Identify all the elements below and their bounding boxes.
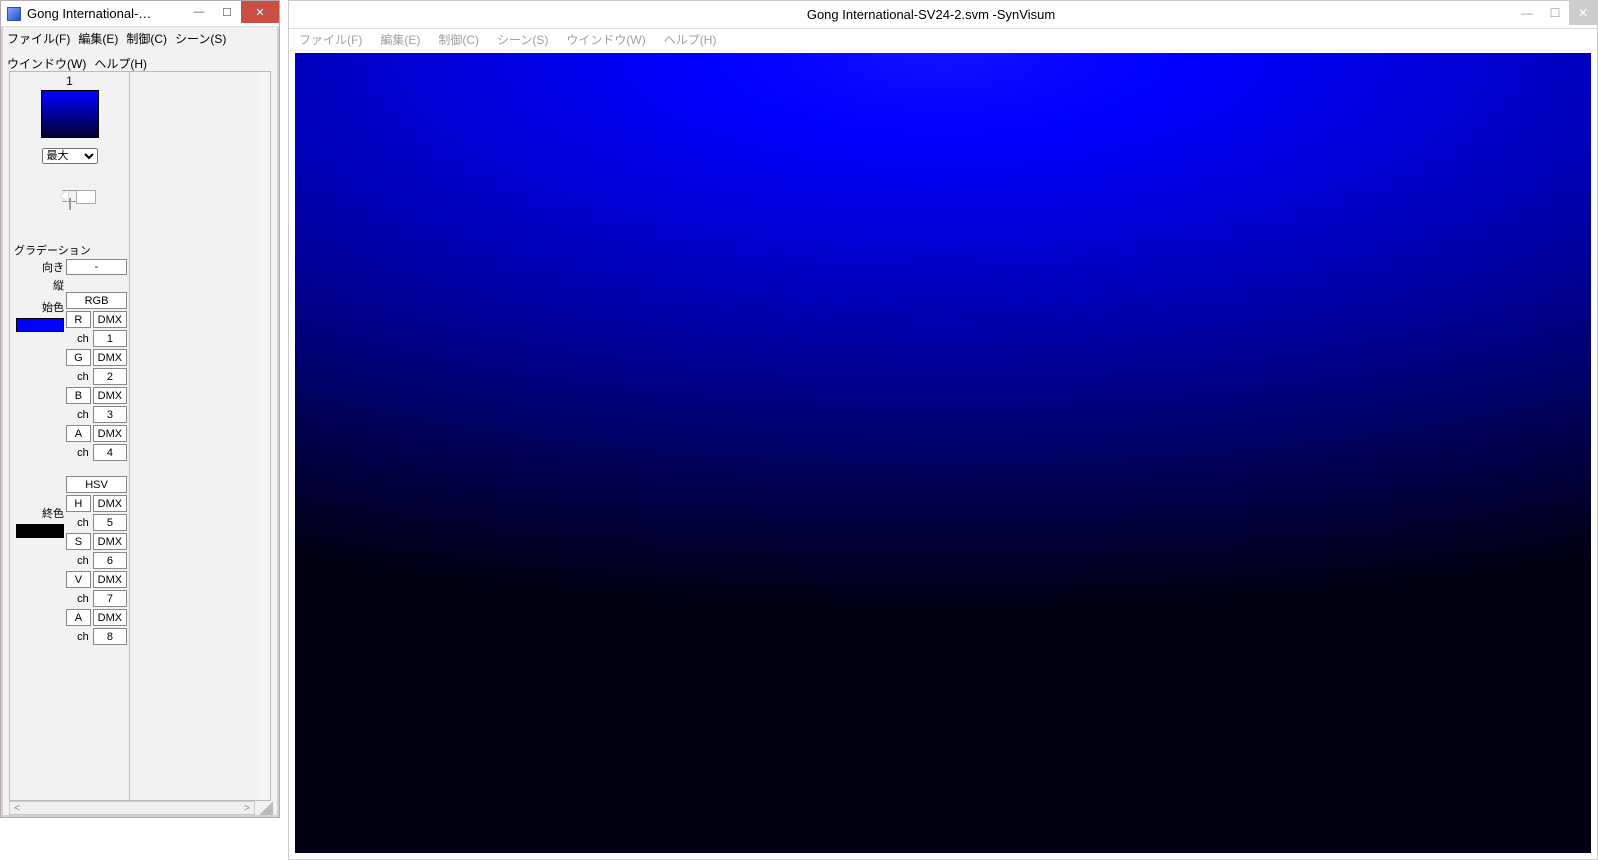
direction-label: 向き: [12, 259, 66, 275]
end-ch-label: ch: [66, 628, 91, 645]
start-ch-label: ch: [66, 368, 91, 385]
tool-menu-edit[interactable]: 編集(E): [78, 30, 118, 47]
end-ch-dmx[interactable]: DMX: [93, 533, 127, 550]
start-color-swatch[interactable]: [16, 318, 64, 332]
scroll-right-arrow-icon[interactable]: >: [240, 803, 254, 814]
start-ch-label: ch: [66, 444, 91, 461]
tool-maximize-button[interactable]: ☐: [213, 1, 241, 23]
main-maximize-button[interactable]: ☐: [1541, 1, 1569, 25]
start-ch-letter: B: [66, 387, 91, 404]
opacity-slider[interactable]: [55, 180, 85, 216]
start-ch-value[interactable]: 2: [93, 368, 127, 385]
start-ch-value[interactable]: 3: [93, 406, 127, 423]
main-menu-scene[interactable]: シーン(S): [493, 31, 552, 48]
tool-body: 1 最大 グラデーション 向き -: [9, 71, 271, 801]
end-ch-label: ch: [66, 514, 91, 531]
end-ch-dmx[interactable]: DMX: [93, 609, 127, 626]
tool-menu-control[interactable]: 制御(C): [126, 30, 167, 47]
vertical-scrollbar-thumb[interactable]: [261, 73, 269, 233]
end-ch-letter: H: [66, 495, 91, 512]
main-window: Gong International-SV24-2.svm -SynVisum …: [288, 0, 1598, 860]
end-ch-dmx[interactable]: DMX: [93, 495, 127, 512]
tool-menu-window[interactable]: ウインドウ(W): [7, 55, 86, 72]
start-ch-letter: R: [66, 311, 91, 328]
tool-close-button[interactable]: ✕: [241, 1, 279, 23]
direction-field[interactable]: -: [66, 259, 127, 275]
tool-minimize-button[interactable]: —: [185, 1, 213, 23]
start-ch-letter: G: [66, 349, 91, 366]
end-ch-label: ch: [66, 552, 91, 569]
main-window-title: Gong International-SV24-2.svm -SynVisum: [349, 7, 1513, 22]
start-color-mode[interactable]: RGB: [66, 292, 127, 309]
main-titlebar[interactable]: Gong International-SV24-2.svm -SynVisum …: [289, 1, 1597, 29]
resize-grip-icon[interactable]: [259, 801, 273, 815]
end-ch-letter: V: [66, 571, 91, 588]
end-color-table: HSV H DMX ch 5: [64, 474, 129, 647]
frame-index-label: 1: [10, 72, 129, 90]
tool-menu-file[interactable]: ファイル(F): [7, 30, 70, 47]
end-color-swatch[interactable]: [16, 524, 64, 538]
slider-knob-icon[interactable]: [62, 190, 78, 202]
app-icon: [7, 7, 21, 21]
end-ch-value[interactable]: 6: [93, 552, 127, 569]
end-ch-dmx[interactable]: DMX: [93, 571, 127, 588]
main-minimize-button[interactable]: —: [1513, 1, 1541, 25]
start-ch-dmx[interactable]: DMX: [93, 349, 127, 366]
tool-menubar: ファイル(F) 編集(E) 制御(C) シーン(S) ウインドウ(W) ヘルプ(…: [1, 27, 279, 75]
tool-titlebar[interactable]: Gong International-… — ☐ ✕: [1, 1, 279, 27]
horizontal-scrollbar[interactable]: < >: [9, 801, 255, 815]
main-close-button[interactable]: ✕: [1569, 1, 1597, 25]
tool-menu-help[interactable]: ヘルプ(H): [94, 55, 147, 72]
start-ch-label: ch: [66, 330, 91, 347]
frame-thumbnail[interactable]: [41, 90, 99, 138]
end-ch-value[interactable]: 8: [93, 628, 127, 645]
frame-column: 1 最大 グラデーション 向き -: [10, 72, 130, 800]
start-ch-dmx[interactable]: DMX: [93, 387, 127, 404]
main-menu-help[interactable]: ヘルプ(H): [660, 31, 721, 48]
start-ch-label: ch: [66, 406, 91, 423]
tool-menu-scene[interactable]: シーン(S): [175, 30, 226, 47]
gradation-section-label: グラデーション: [12, 238, 127, 258]
end-ch-value[interactable]: 7: [93, 590, 127, 607]
start-ch-dmx[interactable]: DMX: [93, 425, 127, 442]
main-menu-edit[interactable]: 編集(E): [376, 31, 424, 48]
main-menu-window[interactable]: ウインドウ(W): [562, 31, 649, 48]
start-ch-letter: A: [66, 425, 91, 442]
end-color-label: 終色: [12, 505, 66, 521]
main-menu-control[interactable]: 制御(C): [434, 31, 483, 48]
scroll-left-arrow-icon[interactable]: <: [10, 803, 24, 814]
tool-window: Gong International-… — ☐ ✕ ファイル(F) 編集(E)…: [0, 0, 280, 818]
vertical-label: 縦: [12, 277, 66, 293]
frame-list-area[interactable]: [130, 72, 270, 800]
preview-canvas[interactable]: [295, 53, 1591, 853]
end-ch-letter: S: [66, 533, 91, 550]
start-ch-value[interactable]: 4: [93, 444, 127, 461]
end-ch-value[interactable]: 5: [93, 514, 127, 531]
end-ch-letter: A: [66, 609, 91, 626]
end-ch-label: ch: [66, 590, 91, 607]
main-menubar: ファイル(F) 編集(E) 制御(C) シーン(S) ウインドウ(W) ヘルプ(…: [289, 29, 1597, 51]
start-color-label: 始色: [12, 299, 66, 315]
start-ch-value[interactable]: 1: [93, 330, 127, 347]
main-menu-file[interactable]: ファイル(F): [295, 31, 366, 48]
end-color-mode[interactable]: HSV: [66, 476, 127, 493]
properties-panel: グラデーション 向き - 縦 始色: [10, 238, 129, 540]
start-color-table: RGB R DMX ch 1: [64, 290, 129, 463]
start-ch-dmx[interactable]: DMX: [93, 311, 127, 328]
blend-mode-select[interactable]: 最大: [42, 148, 98, 164]
tool-window-title: Gong International-…: [27, 6, 185, 21]
